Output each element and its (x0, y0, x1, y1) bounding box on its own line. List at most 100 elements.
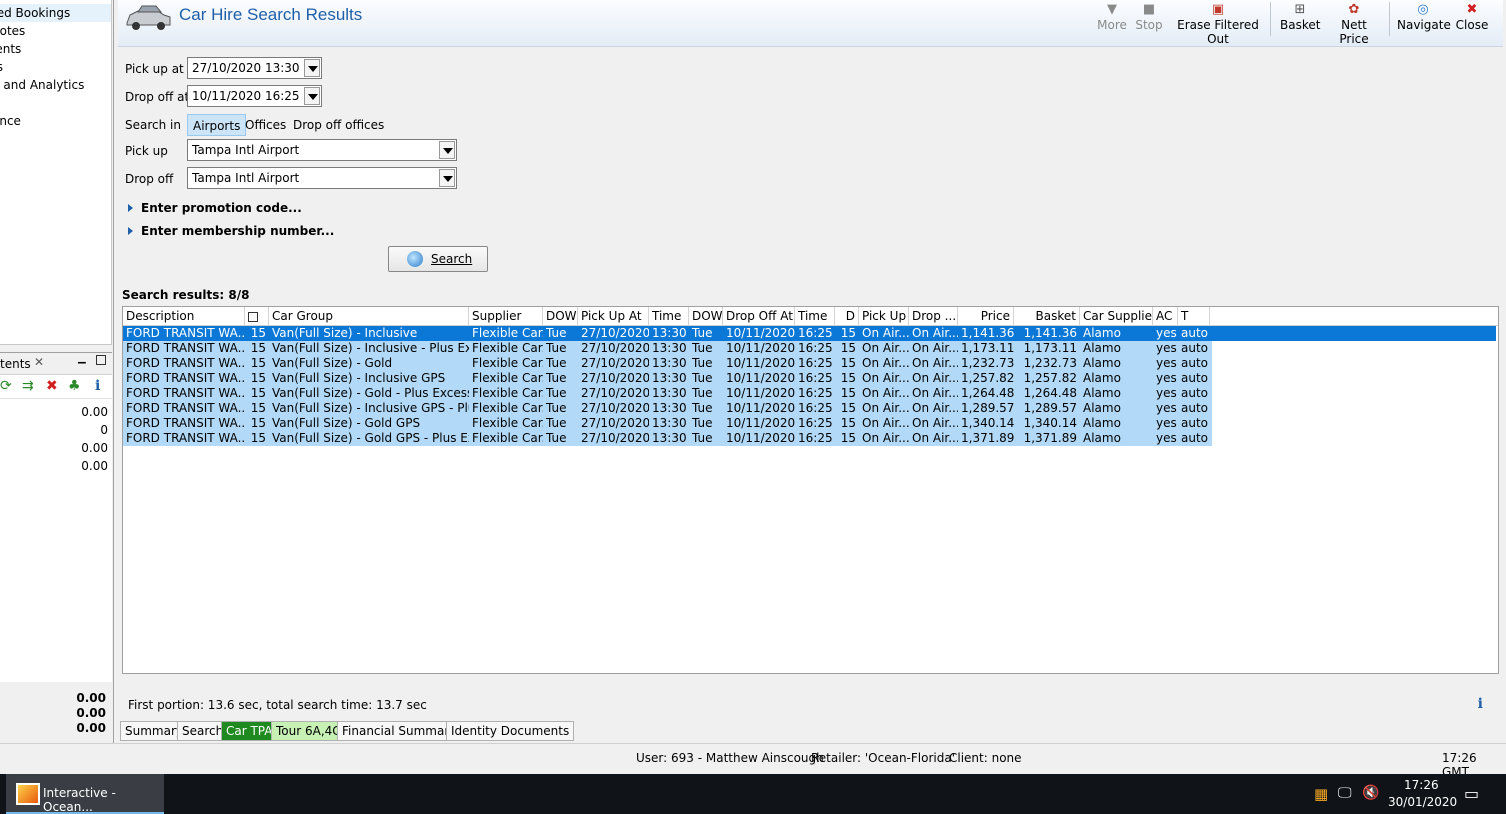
col-price-header[interactable]: Price (958, 307, 1014, 326)
search-in-offices[interactable]: Offices (240, 114, 291, 136)
minimize-icon[interactable]: ▁ (78, 353, 86, 364)
col-basket-header[interactable]: Basket (1014, 307, 1080, 326)
table-row[interactable]: FORD TRANSIT WA... 15 Van(Full Size) - Inc… (123, 371, 1212, 386)
table-row[interactable]: FORD TRANSIT WA... 15 Van(Full Size) - Gol… (123, 356, 1212, 371)
col-transmission-cell: auto (1181, 401, 1209, 415)
col-pickup-at-cell: 27/10/2020 (581, 356, 649, 370)
contents-panel: tents ✕ ▁ ⟳ ⇉ ✖ ♣ i 0.00 0 0.00 0.00 (0, 352, 112, 682)
col-time-header[interactable]: Time (795, 307, 835, 326)
tab-car-tpa[interactable]: Car TPA (221, 721, 278, 741)
refresh-icon[interactable]: ⟳ (0, 378, 12, 394)
col-pickup-header[interactable]: Pick Up (859, 307, 909, 326)
col-supplier-header[interactable]: Supplier (469, 307, 543, 326)
col-filter-cell: 15 (250, 326, 266, 340)
col-dropoff-at-cell: 10/11/2020 (726, 401, 795, 415)
col-description-header[interactable]: Description (123, 307, 245, 326)
filter-icon[interactable] (248, 312, 258, 322)
nav-list: g ted Bookings uotes ients ts g and Anal… (0, 0, 112, 345)
col-dropoff-cell: On Air... (912, 386, 958, 400)
nav-item-reports[interactable]: ts (0, 58, 111, 76)
chevron-down-icon[interactable] (304, 59, 320, 77)
notifications-icon[interactable]: ▭ (1464, 784, 1479, 803)
tab-financial-summary[interactable]: Financial Summary (337, 721, 462, 741)
col-time-cell: 13:30 (652, 401, 687, 415)
col-car-group-header[interactable]: Car Group (269, 307, 469, 326)
nett-price-button[interactable]: ✿ Nett Price (1326, 2, 1382, 46)
search-in-dropoff-offices[interactable]: Drop off offices (288, 114, 389, 136)
table-row[interactable]: FORD TRANSIT WA... 15 Van(Full Size) - Gol… (123, 386, 1212, 401)
col-days-cell: 15 (840, 431, 856, 445)
info-icon[interactable]: i (95, 378, 100, 394)
erase-filtered-out-button[interactable]: ▣ Erase Filtered Out (1171, 2, 1265, 46)
col-filter-header[interactable] (245, 307, 269, 326)
clock-time[interactable]: 17:26 (1404, 778, 1439, 792)
more-button[interactable]: ▼ More (1097, 2, 1127, 32)
tab-identity-documents[interactable]: Identity Documents (446, 721, 575, 741)
chevron-down-icon[interactable] (304, 87, 320, 105)
nav-item-quotes[interactable]: uotes (0, 22, 111, 40)
maximize-icon[interactable] (96, 355, 106, 365)
toolbar-separator (1389, 2, 1390, 36)
search-button[interactable]: Search (388, 246, 488, 272)
stop-button[interactable]: ■ Stop (1135, 2, 1163, 32)
col-dropoff-header[interactable]: Drop ... (909, 307, 958, 326)
col-dow-cell: Tue (692, 401, 713, 415)
search-in-airports[interactable]: Airports (187, 114, 247, 136)
col-basket-cell: 1,289.57 (1023, 401, 1077, 415)
col-dow-cell: Tue (546, 371, 567, 385)
delete-icon[interactable]: ✖ (46, 378, 58, 394)
col-ac-header[interactable]: AC (1153, 307, 1178, 326)
basket-icon: ⊞ (1294, 2, 1306, 17)
col-supplier-cell: Flexible Car... (472, 341, 543, 355)
results-grid[interactable]: Description Car Group Supplier DOW Pick Up A… (122, 306, 1499, 674)
col-dropoff-at-header[interactable]: Drop Off At (723, 307, 795, 326)
col-car-group-cell: Van(Full Size) - Inclusive GPS (272, 371, 446, 385)
table-row[interactable]: FORD TRANSIT WA... 15 Van(Full Size) - Inc… (123, 341, 1212, 356)
table-row[interactable]: FORD TRANSIT WA... 15 Van(Full Size) - Inc… (123, 401, 1212, 416)
nav-item-analytics[interactable]: g and Analytics (0, 76, 111, 94)
pickup-location-select[interactable]: Tampa Intl Airport (187, 139, 457, 161)
dropoff-datetime-field[interactable]: 10/11/2020 16:25 (187, 85, 322, 107)
membership-number-expander[interactable]: Enter membership number... (128, 224, 334, 238)
col-days-header[interactable]: D (835, 307, 859, 326)
palm-icon[interactable]: ♣ (68, 378, 81, 394)
col-dow-header[interactable]: DOW (543, 307, 578, 326)
col-transmission-header[interactable]: T (1178, 307, 1210, 326)
col-dow-header[interactable]: DOW (689, 307, 723, 326)
basket-button[interactable]: ⊞ Basket (1280, 2, 1320, 32)
dropoff-location-select[interactable]: Tampa Intl Airport (187, 167, 457, 189)
navigate-icon: ◎ (1417, 2, 1429, 17)
col-car-group-cell: Van(Full Size) - Inclusive GPS - Plus... (272, 401, 469, 415)
close-icon[interactable]: ✕ (34, 355, 44, 369)
volume-muted-icon[interactable]: 🔇 (1362, 785, 1379, 801)
tab-tour[interactable]: Tour 6A,4C (271, 721, 346, 741)
pickup-datetime-field[interactable]: 27/10/2020 13:30 (187, 57, 322, 79)
col-time-cell: 16:25 (798, 386, 833, 400)
col-pickup-cell: On Air... (862, 371, 909, 385)
nav-item-finance[interactable]: ance (0, 112, 111, 130)
nav-item-data[interactable]: a (0, 94, 111, 112)
info-icon[interactable]: i (1478, 696, 1483, 712)
col-car-group-cell: Van(Full Size) - Inclusive - Plus Exce..… (272, 341, 469, 355)
col-pickup-cell: On Air... (862, 356, 909, 370)
table-row[interactable]: FORD TRANSIT WA... 15 Van(Full Size) - Gol… (123, 416, 1212, 431)
promotion-code-expander[interactable]: Enter promotion code... (128, 201, 302, 215)
col-car-supplier-header[interactable]: Car Supplier (1080, 307, 1153, 326)
close-button[interactable]: ✖ Close (1455, 2, 1489, 32)
nav-item-bookings[interactable]: ted Bookings (0, 4, 111, 22)
col-dropoff-cell: On Air... (912, 371, 958, 385)
navigate-button[interactable]: ◎ Navigate (1397, 2, 1451, 32)
transfer-icon[interactable]: ⇉ (22, 378, 34, 394)
chevron-down-icon[interactable] (439, 169, 455, 187)
col-pickup-at-cell: 27/10/2020 (581, 416, 649, 430)
nav-item-clients[interactable]: ients (0, 40, 111, 58)
clock-date[interactable]: 30/01/2020 (1388, 795, 1457, 809)
taskbar-app-button[interactable]: Interactive - Ocean... (6, 774, 164, 814)
chevron-down-icon[interactable] (439, 141, 455, 159)
table-row[interactable]: FORD TRANSIT WA... 15 Van(Full Size) - Gol… (123, 431, 1212, 446)
col-time-header[interactable]: Time (649, 307, 689, 326)
table-row[interactable]: FORD TRANSIT WA... 15 Van(Full Size) - Inc… (123, 326, 1496, 341)
col-pickup-at-header[interactable]: Pick Up At (578, 307, 649, 326)
office-tray-icon[interactable]: ▦ (1314, 785, 1328, 803)
network-icon[interactable]: 🖵 (1338, 785, 1352, 801)
